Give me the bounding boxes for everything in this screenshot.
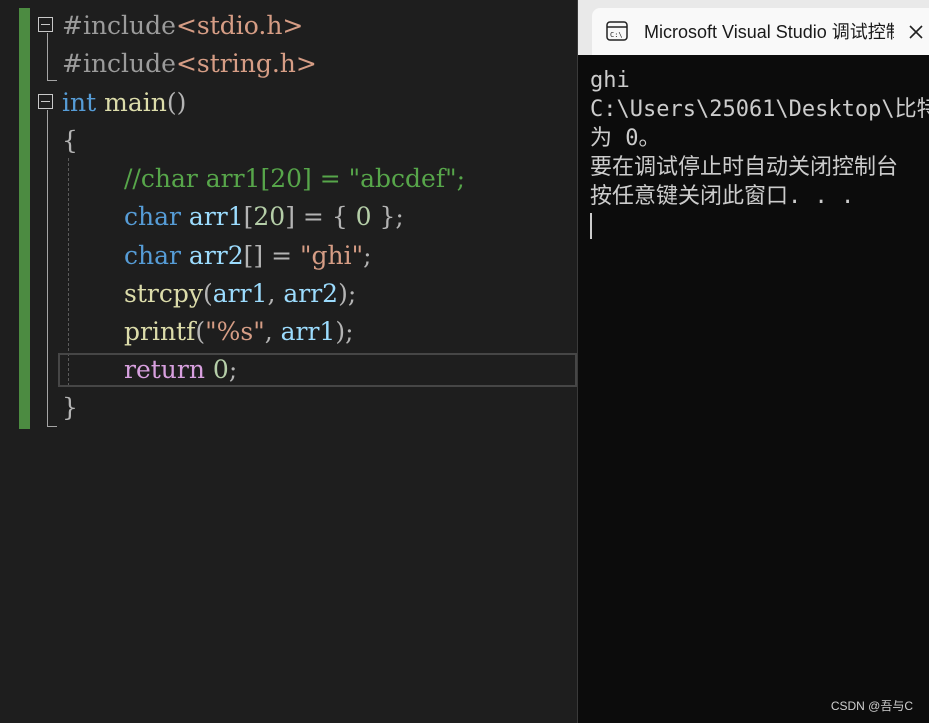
code-line-2[interactable]: #include<string.h> [62, 45, 317, 83]
console-icon: C:\ [606, 21, 628, 41]
code-line-8[interactable]: strcpy(arr1, arr2); [124, 275, 356, 313]
console-line: C:\Users\25061\Desktop\比特 [590, 97, 929, 122]
close-icon[interactable] [906, 22, 926, 42]
code-line-4[interactable]: { [62, 122, 78, 160]
code-line-9[interactable]: printf("%s", arr1); [124, 313, 354, 351]
code-line-5[interactable]: //char arr1[20] = "abcdef"; [124, 160, 465, 198]
code-line-11[interactable]: } [62, 389, 78, 427]
outline-end-main [47, 426, 57, 427]
console-output[interactable]: ghi C:\Users\25061\Desktop\比特 为 0。 要在调试停… [590, 66, 929, 239]
collapse-main-icon[interactable] [38, 94, 53, 109]
outline-line-main [47, 110, 48, 427]
console-titlebar[interactable]: C:\ Microsoft Visual Studio 调试控制台 [578, 0, 929, 55]
code-editor[interactable]: #include<stdio.h> #include<string.h> int… [0, 0, 577, 723]
console-line: 按任意键关闭此窗口. . . [590, 184, 855, 209]
code-line-6[interactable]: char arr1[20] = { 0 }; [124, 198, 404, 236]
console-line: 要在调试停止时自动关闭控制台 [590, 155, 899, 180]
indent-guide [68, 158, 69, 386]
collapse-include-icon[interactable] [38, 17, 53, 32]
console-line: ghi [590, 68, 630, 93]
console-title: Microsoft Visual Studio 调试控制台 [644, 22, 894, 42]
change-indicator-bar [19, 8, 30, 429]
outline-line-include [47, 33, 48, 81]
svg-text:C:\: C:\ [610, 31, 623, 39]
code-line-1[interactable]: #include<stdio.h> [62, 7, 303, 45]
code-line-7[interactable]: char arr2[] = "ghi"; [124, 237, 372, 275]
code-line-3[interactable]: int main() [62, 84, 186, 122]
outline-end-include [47, 80, 57, 81]
console-line: 为 0。 [590, 126, 661, 151]
console-tab[interactable]: C:\ Microsoft Visual Studio 调试控制台 [592, 8, 929, 55]
debug-console-window[interactable]: C:\ Microsoft Visual Studio 调试控制台 ghi C:… [577, 0, 929, 723]
text-cursor [590, 213, 592, 239]
watermark: CSDN @吾与C [830, 699, 913, 713]
code-line-10[interactable]: return 0; [124, 351, 237, 389]
